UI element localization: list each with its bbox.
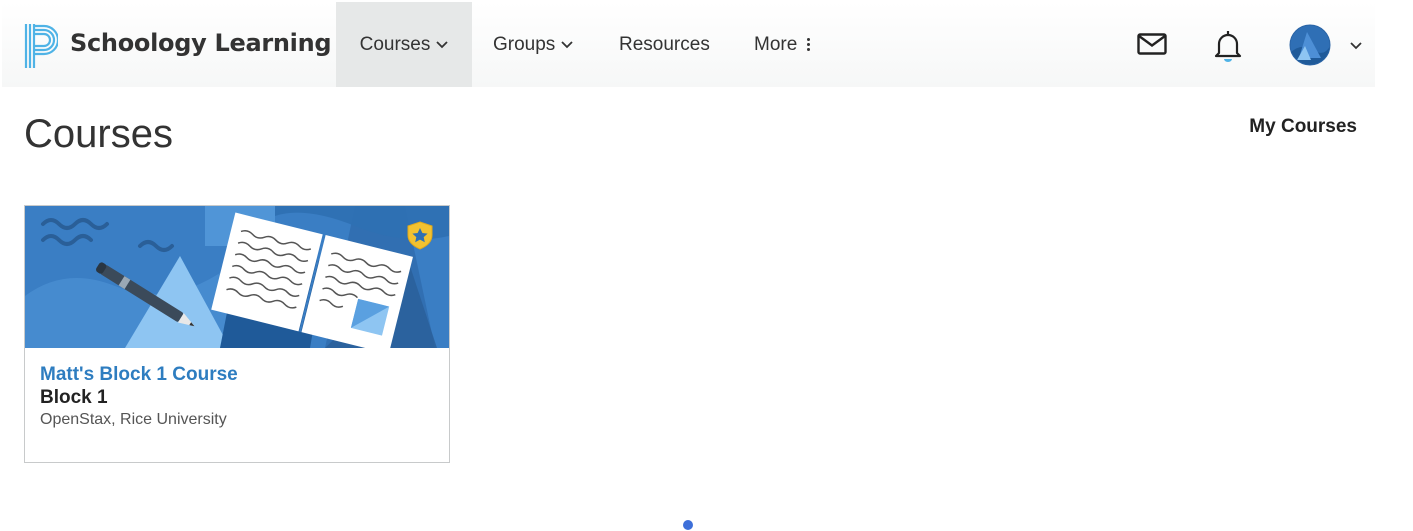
nav-more[interactable]: More [754, 2, 811, 87]
nav-resources[interactable]: Resources [619, 2, 710, 87]
avatar[interactable] [1288, 23, 1332, 67]
course-card[interactable]: Matt's Block 1 Course Block 1 OpenStax, … [24, 205, 450, 463]
nav-courses-label: Courses [359, 33, 431, 55]
page-title: Courses [24, 112, 173, 156]
nav-courses[interactable]: Courses [336, 2, 472, 87]
chevron-down-icon [436, 40, 449, 48]
course-title[interactable]: Matt's Block 1 Course [40, 364, 238, 386]
schoology-logo-icon [24, 24, 58, 68]
course-organization: OpenStax, Rice University [40, 411, 227, 428]
nav-more-label: More [754, 33, 798, 55]
notifications-button[interactable] [1212, 28, 1244, 64]
mail-icon [1137, 33, 1167, 55]
nav-groups[interactable]: Groups [493, 2, 573, 87]
nav-groups-label: Groups [493, 33, 556, 55]
mail-button[interactable] [1136, 29, 1168, 59]
course-section: Block 1 [40, 387, 108, 408]
account-menu-chevron[interactable] [1348, 40, 1364, 52]
chevron-down-icon [561, 40, 573, 48]
kebab-icon [807, 38, 811, 51]
top-nav-bar: Schoology Learning Courses Groups Resour… [2, 2, 1375, 87]
chevron-down-icon [1350, 42, 1362, 50]
avatar-image [1289, 24, 1331, 66]
bell-icon [1214, 31, 1242, 62]
my-courses-link[interactable]: My Courses [1249, 116, 1357, 138]
brand-logo[interactable]: Schoology Learning [24, 24, 332, 68]
nav-resources-label: Resources [619, 33, 710, 55]
brand-name: Schoology Learning [70, 29, 332, 57]
course-banner-image [25, 206, 449, 348]
loading-indicator [683, 520, 693, 530]
